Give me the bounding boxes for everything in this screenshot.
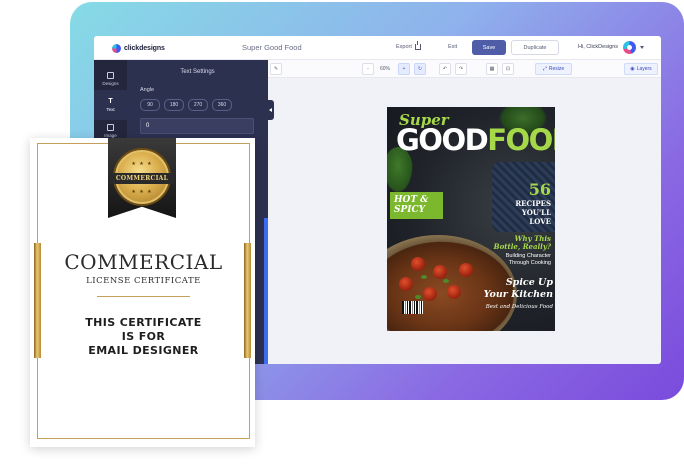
grid-icon [107, 72, 114, 79]
angle-180-button[interactable]: 180 [164, 99, 184, 111]
spice-text[interactable]: Spice Up Your Kitchen [453, 277, 553, 301]
certificate-body-line-3: EMAIL DESIGNER [88, 344, 199, 357]
certificate-title: COMMERCIAL [64, 250, 223, 274]
text-icon: T [108, 98, 113, 105]
recipe-count[interactable]: 56 [505, 180, 551, 199]
certificate-body-line-2: IS FOR [121, 330, 166, 343]
spice-line-2: Your Kitchen [483, 289, 553, 300]
zoom-in-button[interactable]: + [398, 63, 410, 75]
herb-image [443, 279, 449, 283]
user-greeting: Hi, ClickDesigns [578, 44, 619, 50]
logo-mark-icon [112, 43, 121, 53]
download-icon [414, 41, 421, 50]
logo-text: clickdesigns [124, 44, 165, 52]
export-label: Export [396, 44, 412, 50]
recipes-line-1: RECIPES [515, 199, 551, 208]
eye-icon: ◉ [630, 66, 635, 72]
redo-icon[interactable]: ↷ [455, 63, 467, 75]
canvas-toolbar: ✎ - 60% + ↻ ↶ ↷ ▦ ⊡ ⤢ Resize ◉ Layers [268, 60, 661, 78]
recipes-line-2: YOU'LL [521, 208, 551, 217]
zoom-out-button[interactable]: - [362, 63, 374, 75]
layers-label: Layers [636, 66, 652, 72]
building-text[interactable]: Building Character Through Cooking [479, 253, 551, 267]
seal-stars-top: ★ ★ ★ [131, 161, 153, 167]
panel-title: Text Settings [180, 69, 215, 75]
headline-food: FOOD [487, 123, 555, 157]
zoom-level: 60% [380, 66, 391, 72]
angle-label: Angle [140, 87, 155, 93]
layers-button[interactable]: ◉ Layers [624, 63, 658, 75]
panel-scrollbar[interactable] [264, 218, 268, 364]
pencil-icon[interactable]: ✎ [270, 63, 282, 75]
collapse-panel-handle[interactable] [268, 100, 274, 120]
image-icon [107, 124, 114, 131]
export-button[interactable]: Export [396, 41, 421, 50]
hot-spicy-line-1: HOT & [394, 195, 429, 205]
building-line-2: Through Cooking [508, 260, 551, 266]
cover-headline[interactable]: GOODFOOD [396, 123, 555, 157]
resize-button[interactable]: ⤢ Resize [535, 63, 572, 75]
resize-label: Resize [548, 66, 565, 72]
exit-button[interactable]: Exit [448, 44, 457, 50]
best-food-text[interactable]: Best and Delicious Food [467, 304, 553, 310]
certificate-body: THIS CERTIFICATE IS FOR EMAIL DESIGNER [37, 316, 250, 358]
duplicate-button[interactable]: Duplicate [511, 40, 559, 55]
angle-input[interactable]: 0 [140, 118, 254, 134]
grid-view-icon[interactable]: ▦ [486, 63, 498, 75]
building-line-1: Building Character [505, 253, 551, 259]
magazine-cover-canvas[interactable]: Super GOODFOOD HOT & SPICY 56 RECIPES YO… [387, 107, 555, 331]
angle-360-button[interactable]: 360 [212, 99, 232, 111]
document-title[interactable]: Super Good Food [242, 43, 302, 52]
avatar[interactable] [623, 41, 636, 54]
certificate-subtitle: LICENSE CERTIFICATE [86, 276, 201, 286]
tomato-image [433, 265, 447, 279]
undo-icon[interactable]: ↶ [439, 63, 451, 75]
hot-spicy-badge[interactable]: HOT & SPICY [390, 192, 443, 219]
tomato-image [423, 287, 437, 301]
why-line-2: Bottle, Really? [493, 242, 551, 251]
why-text[interactable]: Why This Bottle, Really? [475, 235, 551, 251]
resize-icon: ⤢ [542, 66, 547, 72]
seal-band-text: COMMERCIAL [110, 173, 174, 184]
herb-image [421, 275, 427, 279]
refresh-icon[interactable]: ↻ [414, 63, 426, 75]
spice-line-1: Spice Up [505, 277, 553, 288]
chevron-down-icon[interactable] [640, 46, 644, 49]
sidebar-item-label: Text [106, 107, 115, 112]
angle-options: 90 180 270 360 [140, 99, 232, 111]
hot-spicy-line-2: SPICY [394, 205, 426, 215]
angle-90-button[interactable]: 90 [140, 99, 160, 111]
headline-good: GOOD [396, 123, 489, 157]
tomato-image [399, 277, 413, 291]
sidebar-item-label: Designs [102, 81, 119, 86]
barcode-icon[interactable] [400, 299, 425, 316]
crop-icon[interactable]: ⊡ [502, 63, 514, 75]
tomato-image [411, 257, 425, 271]
recipes-line-3: LOVE [529, 217, 551, 226]
top-bar: clickdesigns Super Good Food Export Exit… [94, 36, 661, 60]
save-button[interactable]: Save [472, 40, 506, 55]
seal-stars-bottom: ★ ★ ★ [131, 189, 153, 195]
certificate-body-line-1: THIS CERTIFICATE [85, 316, 202, 329]
tomato-image [459, 263, 473, 277]
angle-270-button[interactable]: 270 [188, 99, 208, 111]
logo[interactable]: clickdesigns [112, 42, 165, 54]
recipes-text[interactable]: RECIPES YOU'LL LOVE [495, 199, 551, 226]
certificate-divider [97, 296, 190, 297]
